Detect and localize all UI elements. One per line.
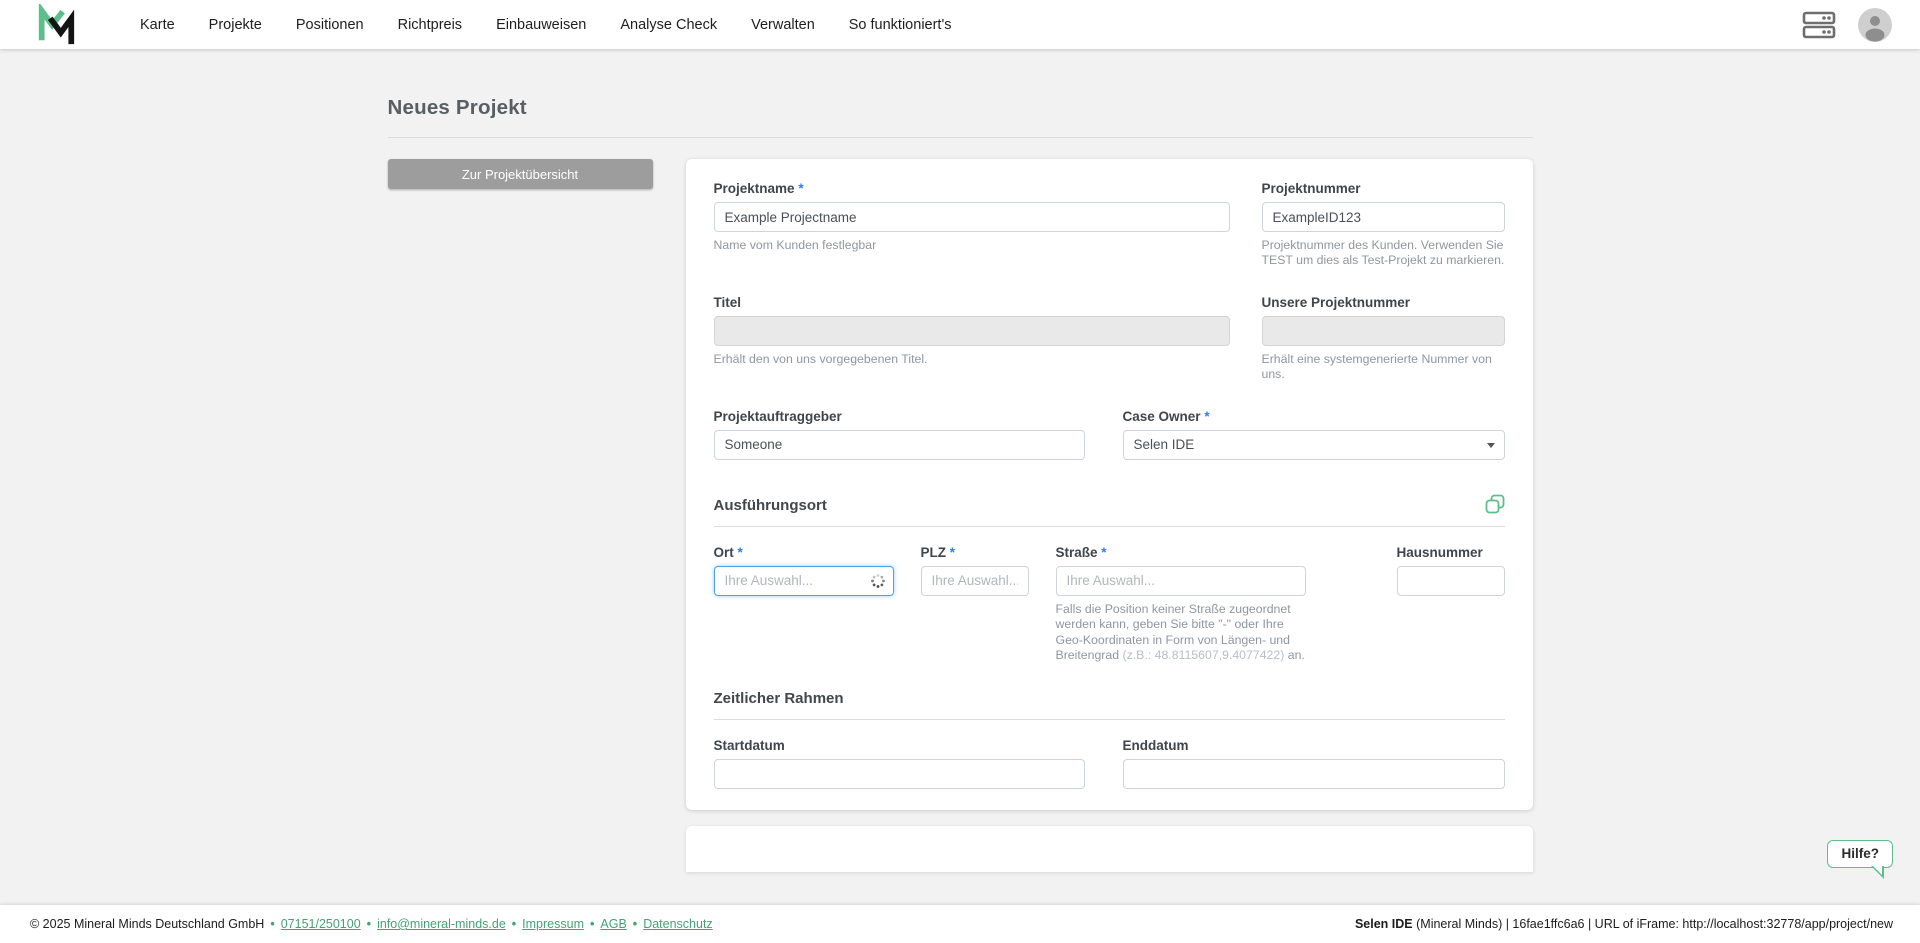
footer-separator: • — [512, 917, 516, 931]
plz-input[interactable] — [921, 566, 1029, 596]
field-projektauftraggeber: Projektauftraggeber — [714, 409, 1085, 460]
projektnummer-label: Projektnummer — [1262, 181, 1505, 196]
titel-helper: Erhält den von uns vorgegebenen Titel. — [714, 352, 1230, 367]
hausnummer-input[interactable] — [1397, 566, 1505, 596]
strasse-helper: Falls die Position keiner Straße zugeord… — [1056, 602, 1306, 664]
projektauftraggeber-input[interactable] — [714, 430, 1085, 460]
nav-item-verwalten[interactable]: Verwalten — [751, 17, 815, 33]
field-ort: Ort * — [714, 545, 894, 664]
footer-left: © 2025 Mineral Minds Deutschland GmbH • … — [30, 917, 713, 931]
case-owner-select[interactable]: Selen IDE — [1123, 430, 1505, 460]
dropdown-caret-icon — [1487, 443, 1495, 448]
hausnummer-label: Hausnummer — [1397, 545, 1505, 560]
ausfuehrungsort-heading: Ausführungsort — [714, 497, 827, 514]
nav-item-positionen[interactable]: Positionen — [296, 17, 364, 33]
left-column: Zur Projektübersicht — [388, 159, 653, 189]
zeitlicher-rahmen-heading: Zeitlicher Rahmen — [714, 690, 844, 707]
field-case-owner: Case Owner * Selen IDE — [1123, 409, 1505, 460]
enddatum-label: Enddatum — [1123, 738, 1505, 753]
required-asterisk: * — [1204, 409, 1209, 424]
field-enddatum: Enddatum — [1123, 738, 1505, 789]
person-icon — [1858, 8, 1892, 42]
unsere-projektnummer-label: Unsere Projektnummer — [1262, 295, 1505, 310]
field-startdatum: Startdatum — [714, 738, 1085, 789]
startdatum-label: Startdatum — [714, 738, 1085, 753]
nav-item-analyse-check[interactable]: Analyse Check — [620, 17, 717, 33]
titel-input — [714, 316, 1230, 346]
footer: © 2025 Mineral Minds Deutschland GmbH • … — [0, 905, 1920, 943]
field-unsere-projektnummer: Unsere Projektnummer Erhält eine systemg… — [1262, 295, 1505, 383]
nav-item-so-funktionierts[interactable]: So funktioniert's — [849, 17, 952, 33]
plz-label: PLZ * — [921, 545, 1029, 560]
project-overview-button[interactable]: Zur Projektübersicht — [388, 159, 653, 189]
ort-input[interactable] — [714, 566, 894, 596]
topbar-right-actions — [1802, 8, 1892, 42]
required-asterisk: * — [950, 545, 955, 560]
footer-session-info: Selen IDE (Mineral Minds) | 16fae1ffc6a6… — [1355, 917, 1893, 931]
help-button[interactable]: Hilfe? — [1827, 840, 1893, 868]
page-title: Neues Projekt — [388, 96, 1533, 120]
brand-logo-icon[interactable] — [34, 4, 78, 46]
startdatum-input[interactable] — [714, 759, 1085, 789]
field-hausnummer: Hausnummer — [1397, 545, 1505, 664]
field-projektname: Projektname * Name vom Kunden festlegbar — [714, 181, 1230, 269]
projektname-input[interactable] — [714, 202, 1230, 232]
unsere-projektnummer-helper: Erhält eine systemgenerierte Nummer von … — [1262, 352, 1505, 383]
nav-item-einbauweisen[interactable]: Einbauweisen — [496, 17, 586, 33]
ort-label: Ort * — [714, 545, 894, 560]
footer-separator: • — [270, 917, 274, 931]
nav-item-richtpreis[interactable]: Richtpreis — [398, 17, 462, 33]
projektnummer-helper: Projektnummer des Kunden. Verwenden Sie … — [1262, 238, 1505, 269]
footer-copyright: © 2025 Mineral Minds Deutschland GmbH — [30, 917, 264, 931]
project-form-card: Projektname * Name vom Kunden festlegbar… — [686, 159, 1533, 810]
titel-label: Titel — [714, 295, 1230, 310]
required-asterisk: * — [1101, 545, 1106, 560]
case-owner-value: Selen IDE — [1134, 437, 1195, 452]
footer-link-agb[interactable]: AGB — [600, 917, 626, 931]
main-nav: Karte Projekte Positionen Richtpreis Ein… — [140, 17, 951, 33]
main-content: Neues Projekt Zur Projektübersicht Proje… — [388, 49, 1533, 872]
footer-link-datenschutz[interactable]: Datenschutz — [643, 917, 712, 931]
nav-item-karte[interactable]: Karte — [140, 17, 175, 33]
footer-separator: • — [633, 917, 637, 931]
projektname-helper: Name vom Kunden festlegbar — [714, 238, 1230, 253]
footer-separator: • — [367, 917, 371, 931]
title-divider — [388, 137, 1533, 138]
field-plz: PLZ * — [921, 545, 1029, 664]
field-titel: Titel Erhält den von uns vorgegebenen Ti… — [714, 295, 1230, 383]
case-owner-label: Case Owner * — [1123, 409, 1505, 424]
projektauftraggeber-label: Projektauftraggeber — [714, 409, 1085, 424]
copy-icon[interactable] — [1485, 494, 1505, 514]
footer-separator: • — [590, 917, 594, 931]
next-form-card-partial — [686, 826, 1533, 872]
ausfuehrungsort-divider — [714, 526, 1505, 527]
required-asterisk: * — [798, 181, 803, 196]
field-strasse: Straße * Falls die Position keiner Straß… — [1056, 545, 1306, 664]
footer-email-link[interactable]: info@mineral-minds.de — [377, 917, 506, 931]
zeitlicher-rahmen-divider — [714, 719, 1505, 720]
strasse-label: Straße * — [1056, 545, 1306, 560]
required-asterisk: * — [738, 545, 743, 560]
field-projektnummer: Projektnummer Projektnummer des Kunden. … — [1262, 181, 1505, 269]
nav-item-projekte[interactable]: Projekte — [209, 17, 262, 33]
server-icon[interactable] — [1802, 10, 1836, 40]
strasse-input[interactable] — [1056, 566, 1306, 596]
user-avatar[interactable] — [1858, 8, 1892, 42]
projektnummer-input[interactable] — [1262, 202, 1505, 232]
projektname-label: Projektname * — [714, 181, 1230, 196]
enddatum-input[interactable] — [1123, 759, 1505, 789]
footer-link-impressum[interactable]: Impressum — [522, 917, 584, 931]
unsere-projektnummer-input — [1262, 316, 1505, 346]
loading-spinner-icon — [870, 573, 886, 589]
footer-phone-link[interactable]: 07151/250100 — [281, 917, 361, 931]
top-navigation-bar: Karte Projekte Positionen Richtpreis Ein… — [0, 0, 1920, 49]
